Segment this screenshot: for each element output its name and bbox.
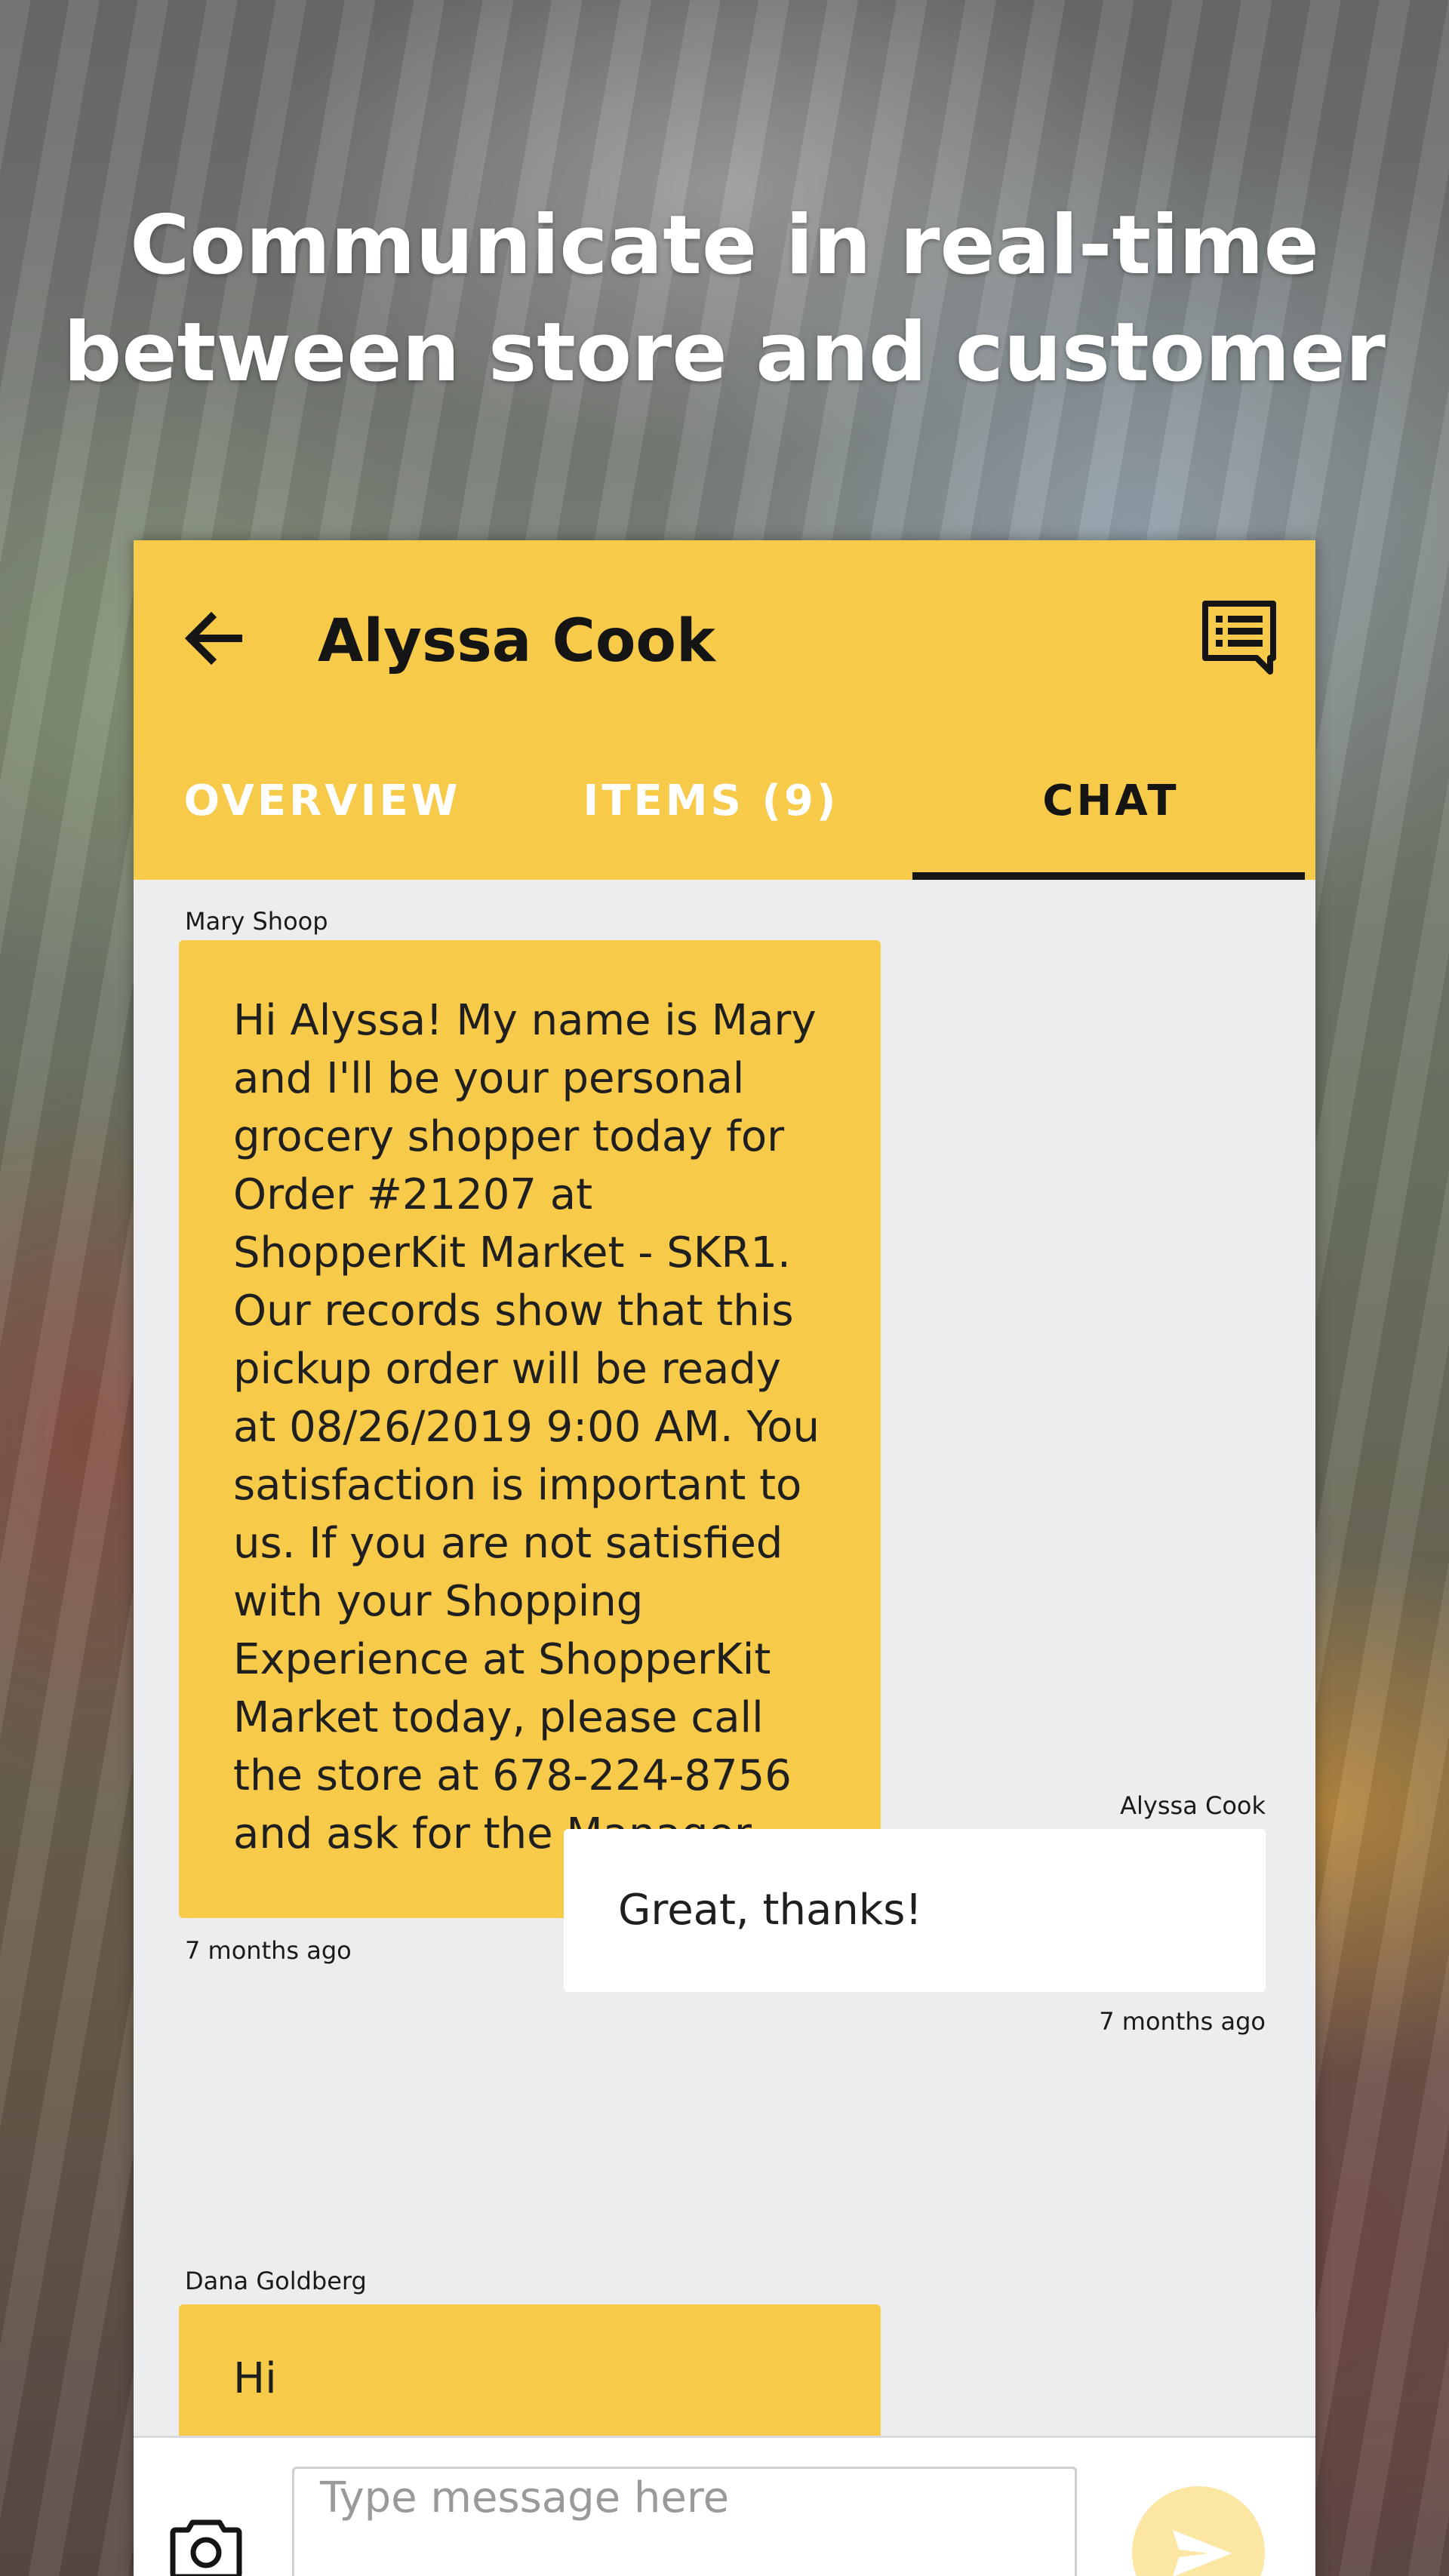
message-bubble-outgoing: Great, thanks! — [564, 1829, 1266, 1992]
message-bubble-incoming: Hi — [179, 2304, 881, 2436]
headline: Communicate in real-time between store a… — [0, 192, 1449, 407]
message-composer — [134, 2436, 1315, 2576]
message-bubble-incoming: Hi Alyssa! My name is Mary and I'll be y… — [179, 940, 881, 1918]
message-sender: Alyssa Cook — [1120, 1791, 1266, 1820]
app-screen: Alyssa Cook OVERVIEW ITEMS (9) CHAT Mary… — [134, 540, 1315, 2576]
notes-button[interactable] — [1198, 593, 1281, 676]
page-title: Alyssa Cook — [318, 607, 715, 675]
camera-icon — [170, 2519, 242, 2576]
send-button[interactable] — [1132, 2486, 1265, 2576]
headline-line-2: between store and customer — [63, 306, 1386, 400]
message-timestamp: 7 months ago — [1099, 2007, 1266, 2036]
send-icon — [1173, 2530, 1232, 2576]
message-sender: Mary Shoop — [185, 907, 328, 936]
camera-button[interactable] — [170, 2516, 242, 2576]
message-sender: Dana Goldberg — [185, 2267, 367, 2295]
back-button[interactable] — [175, 601, 251, 676]
notes-icon — [1202, 601, 1276, 675]
background-photo: Communicate in real-time between store a… — [0, 0, 1449, 2576]
headline-line-1: Communicate in real-time — [130, 198, 1319, 293]
chat-thread[interactable]: Mary Shoop Hi Alyssa! My name is Mary an… — [134, 880, 1315, 2436]
message-timestamp: 7 months ago — [185, 1936, 352, 1965]
tab-bar: OVERVIEW ITEMS (9) CHAT — [134, 721, 1315, 880]
app-bar: Alyssa Cook OVERVIEW ITEMS (9) CHAT — [134, 540, 1315, 880]
message-input[interactable] — [292, 2467, 1077, 2576]
tab-items[interactable]: ITEMS (9) — [511, 721, 911, 880]
active-tab-indicator — [912, 872, 1305, 880]
arrow-back-icon — [184, 611, 242, 666]
tab-chat[interactable]: CHAT — [911, 721, 1311, 880]
tab-overview[interactable]: OVERVIEW — [134, 721, 511, 880]
